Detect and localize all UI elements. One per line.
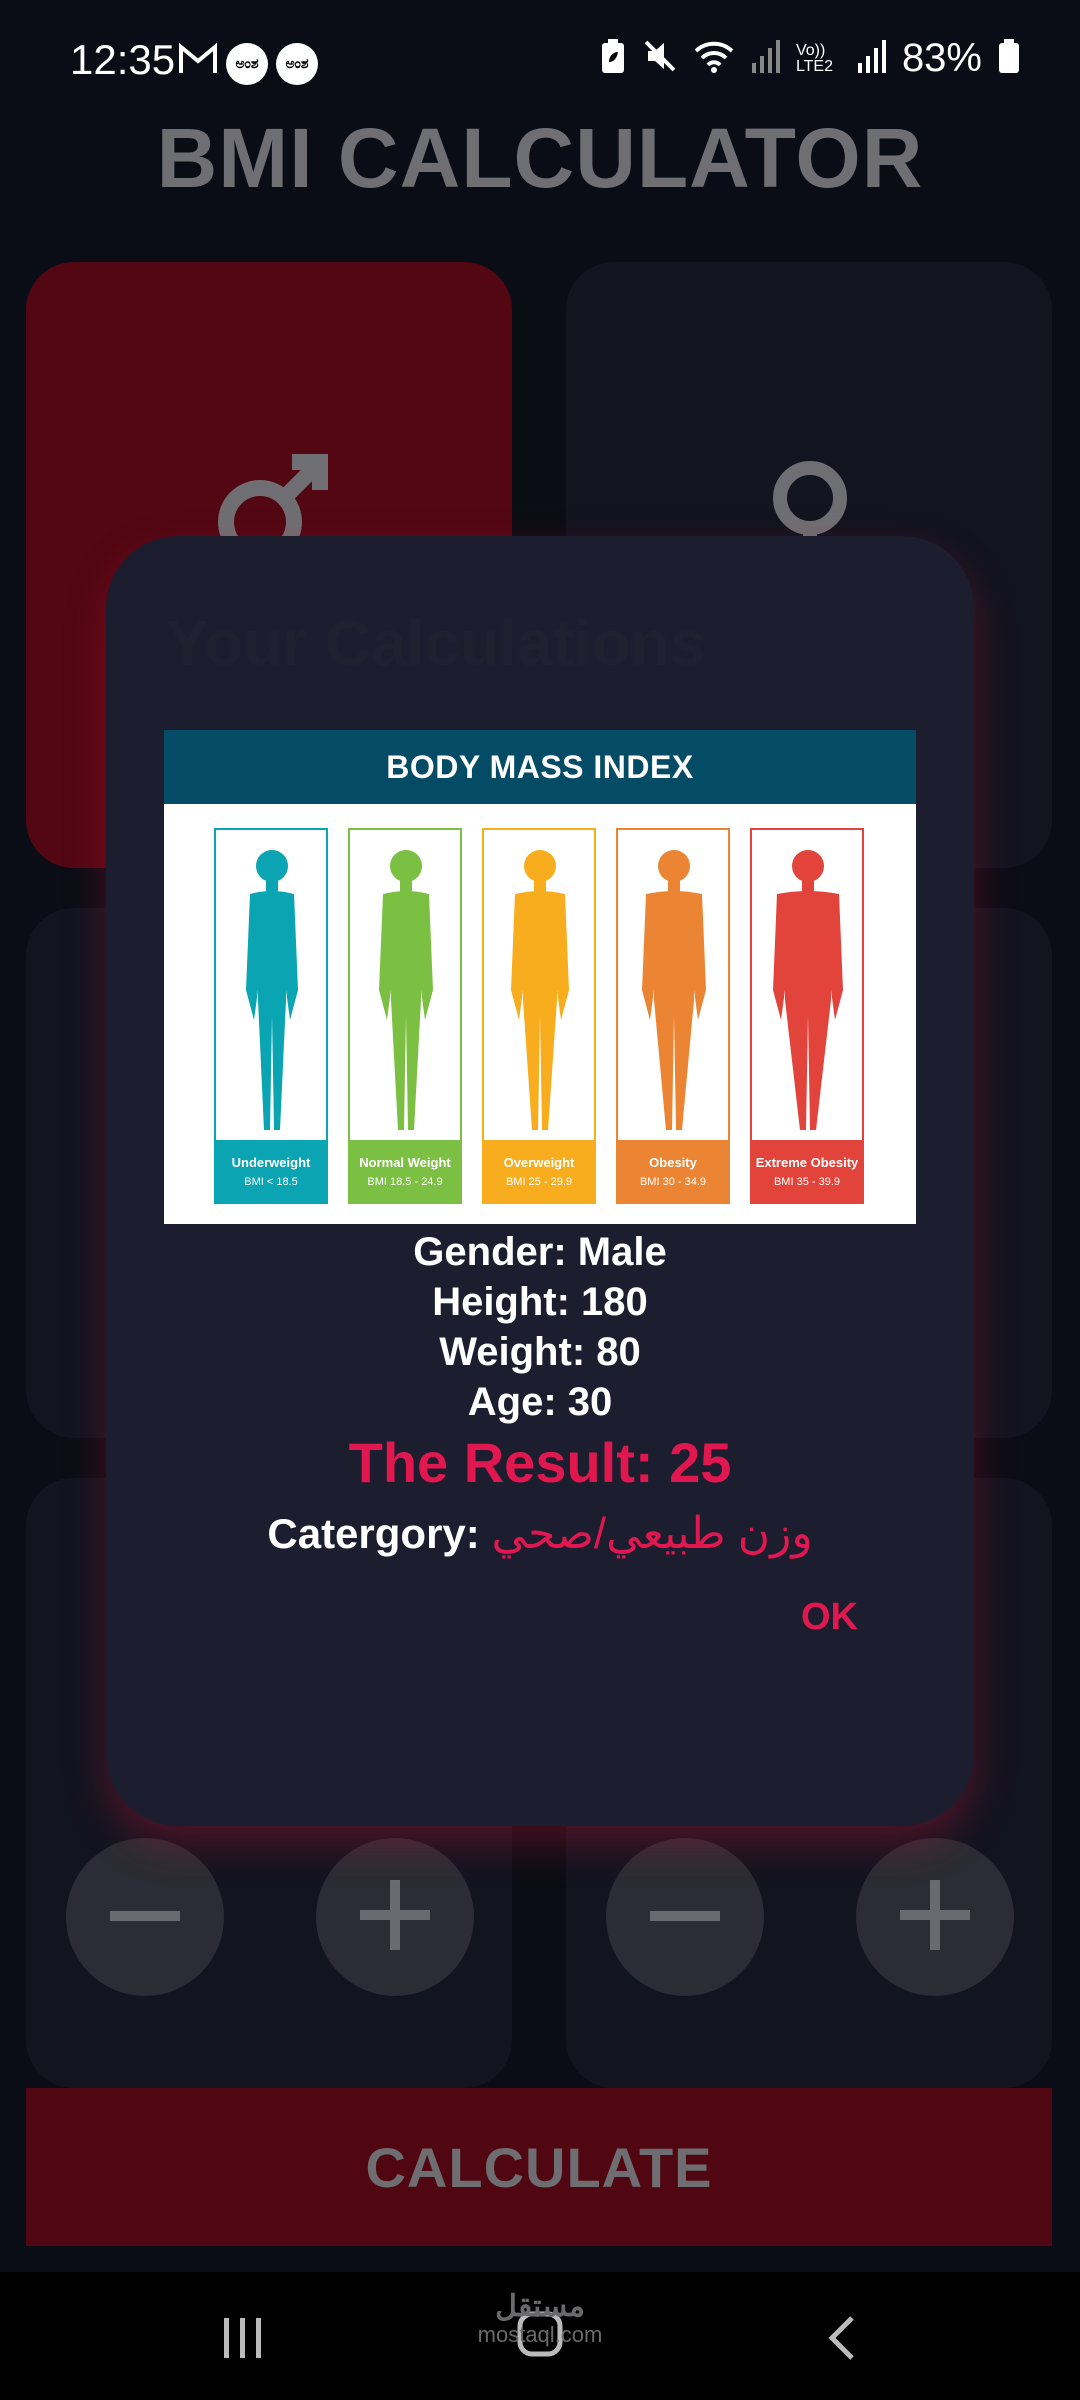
status-time: 12:35 [70, 36, 176, 83]
status-right-icons: Vo)) LTE2 83% [600, 36, 1020, 81]
bmi-category-range: BMI < 18.5 [244, 1175, 298, 1188]
body-silhouette-icon [246, 850, 298, 1130]
result-dialog: Your Calculations BODY MASS INDEX Underw… [106, 536, 974, 1826]
gender-text: Gender: Male [413, 1230, 667, 1274]
minus-icon [650, 1908, 720, 1926]
gmail-icon [178, 42, 218, 85]
battery-saver-icon [600, 38, 626, 79]
bmi-category-range: BMI 18.5 - 24.9 [367, 1175, 443, 1188]
battery-percent: 83% [901, 36, 982, 80]
calculate-label: CALCULATE [365, 2135, 713, 2199]
bmi-category-name: Underweight [231, 1154, 311, 1170]
category-text: Catergory: وزن طبيعي/صحي [106, 1508, 974, 1559]
bmi-category-label: Underweight BMI < 18.5 [216, 1140, 326, 1202]
bmi-category-range: BMI 25 - 29.9 [505, 1175, 573, 1188]
bmi-category-label: Extreme Obesity BMI 35 - 39.9 [752, 1140, 862, 1202]
ok-button[interactable]: OK [801, 1596, 858, 1639]
result-text: The Result: 25 [348, 1431, 732, 1494]
bmi-category-label: Normal Weight BMI 18.5 - 24.9 [350, 1140, 460, 1202]
age-minus-button[interactable] [606, 1838, 764, 1996]
bmi-category-box: Normal Weight BMI 18.5 - 24.9 [348, 828, 462, 1204]
category-value: وزن طبيعي/صحي [491, 1509, 813, 1558]
back-icon[interactable] [826, 2314, 856, 2367]
bmi-category-name: Normal Weight [359, 1154, 451, 1170]
watermark-latin: mostaql.com [477, 2322, 603, 2347]
notification-badge-icon: ಅಂಶ [276, 42, 318, 85]
status-left-icons: ಅಂಶ ಅಂಶ [178, 42, 318, 85]
bmi-category-box: Extreme Obesity BMI 35 - 39.9 [750, 828, 864, 1204]
bmi-category-box: Overweight BMI 25 - 29.9 [482, 828, 596, 1204]
bmi-category-range: BMI 30 - 34.9 [639, 1175, 707, 1188]
plus-icon [360, 1879, 430, 1955]
app-title: BMI CALCULATOR [156, 111, 924, 205]
body-silhouette-icon [773, 850, 843, 1130]
weight-minus-button[interactable] [66, 1838, 224, 1996]
bmi-chart-title: BODY MASS INDEX [164, 730, 916, 804]
body-silhouette-icon [511, 850, 569, 1130]
mute-icon [642, 38, 678, 79]
body-silhouette-icon [379, 850, 433, 1130]
battery-icon [998, 38, 1020, 79]
notification-badge-icon: ಅಂಶ [226, 42, 268, 85]
bmi-chart-image: BODY MASS INDEX Underweight BMI < 18.5 N… [164, 730, 916, 1224]
calculate-button[interactable]: CALCULATE [26, 2088, 1052, 2246]
status-bar: 12:35 ಅಂಶ ಅಂಶ Vo)) LTE2 83% [0, 0, 1080, 120]
watermark: مستقل mostaql.com [470, 2290, 610, 2347]
bmi-category-label: Overweight BMI 25 - 29.9 [484, 1140, 594, 1202]
category-label: Catergory: [267, 1510, 492, 1557]
bmi-category-box: Obesity BMI 30 - 34.9 [616, 828, 730, 1204]
bmi-category-box: Underweight BMI < 18.5 [214, 828, 328, 1204]
weight-plus-button[interactable] [316, 1838, 474, 1996]
bmi-category-name: Extreme Obesity [755, 1154, 859, 1170]
recents-icon[interactable] [222, 2316, 264, 2365]
bmi-category-range: BMI 35 - 39.9 [773, 1175, 841, 1188]
bmi-category-label: Obesity BMI 30 - 34.9 [618, 1140, 728, 1202]
minus-icon [110, 1908, 180, 1926]
plus-icon [900, 1879, 970, 1955]
age-text: Age: 30 [467, 1380, 613, 1424]
watermark-arabic: مستقل [495, 2290, 585, 2323]
volte-icon: Vo)) LTE2 [795, 41, 833, 75]
weight-text: Weight: 80 [439, 1330, 641, 1374]
height-text: Height: 180 [432, 1280, 648, 1324]
signal-icon [856, 39, 886, 78]
signal-icon [750, 39, 780, 78]
body-silhouette-icon [642, 850, 706, 1130]
wifi-icon [694, 39, 734, 78]
bmi-category-name: Obesity [649, 1154, 697, 1170]
age-plus-button[interactable] [856, 1838, 1014, 1996]
dialog-title: Your Calculations [166, 607, 706, 679]
bmi-category-name: Overweight [503, 1154, 575, 1170]
